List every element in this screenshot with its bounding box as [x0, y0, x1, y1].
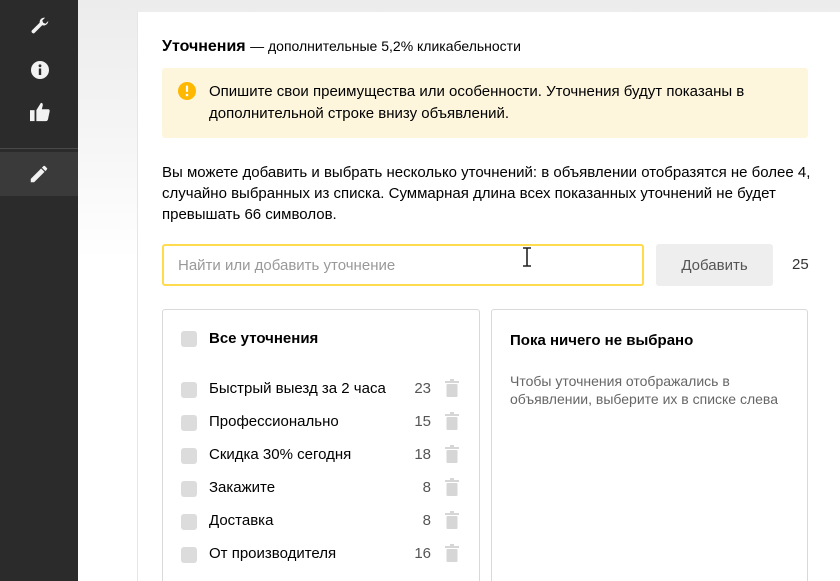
item-label: Скидка 30% сегодня — [209, 446, 352, 463]
item-label: Профессионально — [209, 413, 339, 430]
item-count: 8 — [422, 512, 431, 529]
info-circle-icon — [178, 82, 196, 100]
item-label: Доставка — [209, 512, 274, 529]
item-count: 16 — [414, 545, 431, 562]
add-button[interactable]: Добавить — [656, 244, 773, 286]
trash-icon[interactable] — [445, 379, 459, 397]
toolbar-divider — [0, 148, 78, 149]
item-checkbox[interactable] — [181, 514, 197, 530]
selected-empty-text: Чтобы уточнения отображались в объявлени… — [510, 373, 778, 407]
wrench-tool-button[interactable] — [22, 10, 58, 42]
list-item[interactable]: Профессионально 15 — [163, 407, 479, 440]
item-count: 23 — [414, 380, 431, 397]
tool-sidebar — [0, 0, 78, 581]
section-title: Уточнения — [162, 38, 246, 55]
select-all-checkbox[interactable] — [181, 331, 197, 347]
hint-box: Опишите свои преимущества или особенност… — [162, 68, 808, 138]
item-count: 8 — [422, 479, 431, 496]
item-label: От производителя — [209, 545, 337, 562]
list-item[interactable]: Доставка 8 — [163, 506, 479, 539]
section-heading: Уточнения — дополнительные 5,2% кликабел… — [162, 36, 521, 57]
item-checkbox[interactable] — [181, 382, 197, 398]
info-tool-button[interactable] — [22, 54, 58, 86]
list-item[interactable]: Быстрый выезд за 2 часа 23 — [163, 374, 479, 407]
list-item[interactable]: От производителя 16 — [163, 539, 479, 572]
list-item[interactable]: Закажите 8 — [163, 473, 479, 506]
trash-icon[interactable] — [445, 478, 459, 496]
selected-empty-title: Пока ничего не выбрано — [510, 332, 694, 349]
trash-icon[interactable] — [445, 511, 459, 529]
section-subtitle: — дополнительные 5,2% кликабельности — [250, 38, 521, 54]
hint-text: Опишите свои преимущества или особенност… — [209, 83, 745, 122]
item-checkbox[interactable] — [181, 547, 197, 563]
item-checkbox[interactable] — [181, 415, 197, 431]
trash-icon[interactable] — [445, 544, 459, 562]
text-cursor-icon — [523, 247, 531, 267]
item-label: Быстрый выезд за 2 часа — [209, 380, 386, 397]
search-input[interactable] — [162, 244, 644, 286]
available-list-panel: Все уточнения Быстрый выезд за 2 часа 23… — [162, 309, 480, 581]
info-icon — [31, 61, 49, 79]
chars-left-counter: 25 — [792, 256, 809, 273]
item-count: 15 — [414, 413, 431, 430]
thumbs-up-icon — [30, 102, 50, 122]
item-checkbox[interactable] — [181, 481, 197, 497]
edit-tool-button[interactable] — [0, 152, 78, 196]
trash-icon[interactable] — [445, 412, 459, 430]
wrench-icon — [31, 17, 49, 34]
all-refinements-label: Все уточнения — [209, 330, 319, 347]
item-label: Закажите — [209, 479, 276, 496]
pencil-icon — [30, 165, 48, 183]
trash-icon[interactable] — [445, 445, 459, 463]
description-text: Вы можете добавить и выбрать несколько у… — [162, 164, 811, 223]
rating-tool-button[interactable] — [22, 96, 58, 128]
item-count: 18 — [414, 446, 431, 463]
selected-list-panel: Пока ничего не выбрано Чтобы уточнения о… — [491, 309, 808, 581]
list-item[interactable]: Скидка 30% сегодня 18 — [163, 440, 479, 473]
item-checkbox[interactable] — [181, 448, 197, 464]
